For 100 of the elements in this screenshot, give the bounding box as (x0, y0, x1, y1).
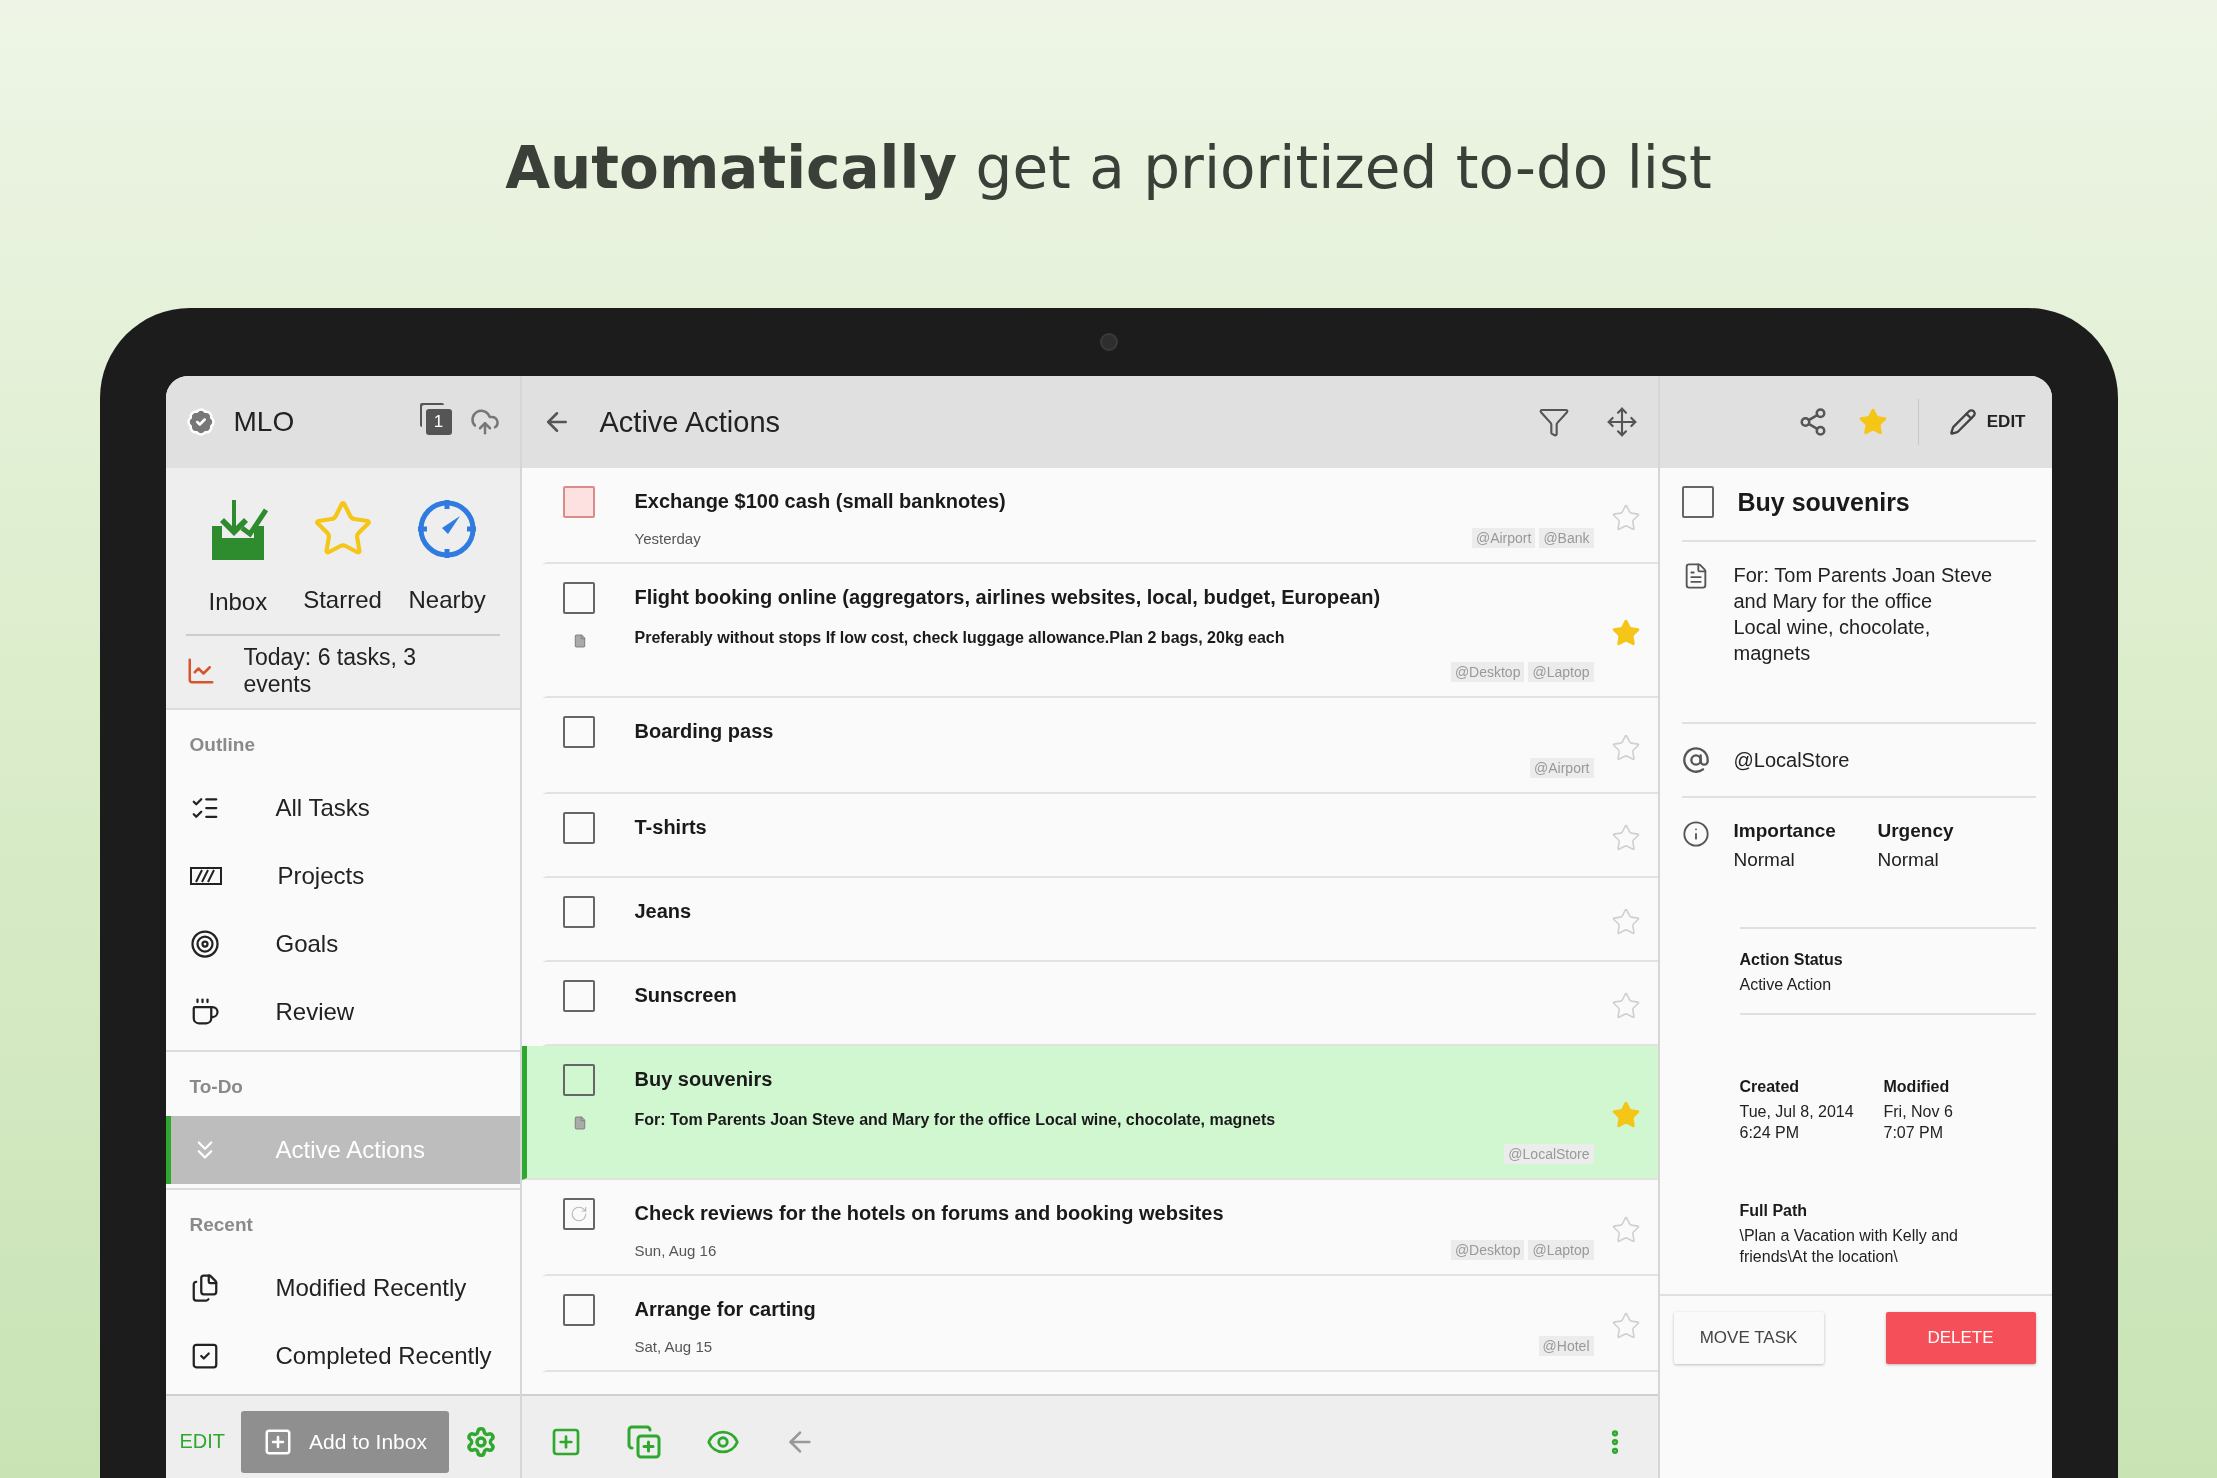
repeat-icon (569, 1205, 588, 1223)
checkbox[interactable] (562, 980, 595, 1012)
settings-icon[interactable] (465, 1425, 497, 1458)
field-value: Fri, Nov 6 7:07 PM (1883, 1102, 1954, 1144)
field-label: Full Path (1739, 1202, 1809, 1221)
star-icon[interactable] (1610, 733, 1641, 763)
field-value: Tue, Jul 8, 2014 6:24 PM (1739, 1102, 1855, 1144)
pencil-icon (1948, 408, 1977, 436)
task-row[interactable]: T-shirts (541, 794, 1658, 878)
task-title: Boarding pass (634, 719, 775, 744)
task-row[interactable]: Buy souvenirs For: Tom Parents Joan Steve and Mary for the office Local wine, chocolate, magnets @LocalStore (521, 1046, 1658, 1180)
projects-icon (189, 866, 222, 886)
quick-button[interactable]: Inbox (185, 498, 291, 616)
field-label: Modified (1883, 1078, 1951, 1097)
context-label: @LocalStore (1733, 748, 1851, 773)
app-name: MLO (233, 406, 296, 438)
context-tag: @Airport (1471, 528, 1536, 548)
context-tag: @Laptop (1528, 1240, 1594, 1260)
task-row[interactable]: Exchange $100 cash (small banknotes) Yesterday @Airport @Bank (541, 468, 1658, 564)
field-value: Normal (1877, 848, 1940, 872)
cloud-upload-icon[interactable] (469, 407, 500, 437)
field-value: Normal (1733, 848, 1796, 872)
star-icon[interactable] (1610, 823, 1641, 853)
star-icon[interactable] (1610, 618, 1641, 648)
task-row[interactable]: Arrange for carting Sat, Aug 15 @Hotel (541, 1276, 1658, 1372)
context-tag: @Hotel (1538, 1336, 1594, 1356)
add-subtask-icon[interactable] (625, 1423, 662, 1460)
move-task-button[interactable]: MOVE TASK (1673, 1311, 1824, 1364)
context-tag: @Desktop (1450, 662, 1525, 682)
task-row[interactable]: Check reviews for the hotels on forums and booking websites Sun, Aug 16 @Desktop @Laptop (541, 1180, 1658, 1276)
task-title: Flight booking online (aggregators, airlines websites, local, budget, European) (634, 585, 1382, 610)
nav-item[interactable]: Completed Recently (165, 1322, 520, 1390)
note-icon (572, 1116, 587, 1130)
field-value: \Plan a Vacation with Kelly and friends\At the location\ (1739, 1226, 1959, 1267)
task-row[interactable]: Boarding pass @Airport (541, 698, 1658, 794)
edit-button[interactable]: EDIT (1948, 408, 2026, 436)
checkbox[interactable] (562, 716, 595, 748)
detail-title: Buy souvenirs (1737, 487, 1910, 517)
compass-icon (416, 498, 479, 560)
task-date: Sat, Aug 15 (634, 1337, 714, 1355)
star-icon[interactable] (1610, 1100, 1641, 1130)
context-tag: @Laptop (1528, 662, 1594, 682)
field-label: Created (1739, 1078, 1801, 1097)
task-title: Check reviews for the hotels on forums and booking websites (634, 1201, 1225, 1226)
field-label: Importance (1733, 820, 1837, 842)
section-heading: To-Do (188, 1075, 244, 1099)
star-icon[interactable] (1857, 407, 1888, 437)
task-row[interactable]: Jeans (541, 878, 1658, 962)
quick-button[interactable]: Nearby (394, 498, 500, 616)
context-tag: @Airport (1530, 758, 1594, 778)
checkbox[interactable] (562, 582, 595, 614)
nav-item[interactable]: All Tasks (165, 774, 520, 842)
detail-note: For: Tom Parents Joan Steve and Mary for the office Local wine, chocolate, magnets (1733, 563, 1994, 666)
logo-icon (185, 407, 216, 437)
star-icon[interactable] (1610, 907, 1641, 937)
task-note: Preferably without stops If low cost, check luggage allowance.Plan 2 bags, 20kg each (634, 628, 1286, 648)
checkbox[interactable] (562, 1294, 595, 1326)
star-icon[interactable] (1610, 503, 1641, 533)
nav-item[interactable]: Review (165, 978, 520, 1046)
info-icon (1681, 820, 1710, 848)
quick-button[interactable]: Starred (290, 498, 395, 616)
note-icon (572, 634, 587, 648)
camera-icon (1099, 333, 1118, 351)
task-title: Buy souvenirs (634, 1067, 774, 1092)
nav-item[interactable]: Projects (165, 842, 520, 910)
checkbox[interactable] (562, 1198, 595, 1230)
task-title: Sunscreen (634, 983, 738, 1008)
nav-item[interactable]: Goals (165, 910, 520, 978)
headline: Automatically get a prioritized to-do list (505, 133, 1712, 204)
task-date: Sun, Aug 16 (634, 1241, 718, 1259)
task-date: Yesterday (634, 529, 702, 547)
checkbox[interactable] (562, 812, 595, 844)
list-title: Active Actions (599, 405, 782, 439)
move-icon[interactable] (1605, 406, 1638, 438)
star-icon[interactable] (1610, 991, 1641, 1021)
context-tag: @Desktop (1450, 1240, 1525, 1260)
field-label: Action Status (1739, 950, 1844, 969)
nav-item[interactable]: Modified Recently (165, 1254, 520, 1322)
task-title: T-shirts (634, 815, 708, 840)
field-value: Active Action (1739, 974, 1833, 995)
checkbox[interactable] (1681, 486, 1714, 518)
today-summary: Today: 6 tasks, 3 events (243, 644, 418, 698)
at-icon (1681, 746, 1710, 774)
task-title: Jeans (634, 899, 693, 924)
task-row[interactable]: Flight booking online (aggregators, airlines websites, local, budget, European) Preferably without stops If low cost, check luggage allowance.Plan 2 bags, 20kg each @Desktop @Laptop (541, 564, 1658, 698)
section-heading: Outline (188, 733, 256, 757)
task-title: Exchange $100 cash (small banknotes) (634, 489, 1007, 514)
star-icon[interactable] (1610, 1215, 1641, 1245)
filter-icon[interactable] (1537, 406, 1570, 438)
task-title: Arrange for carting (634, 1297, 817, 1322)
target-icon (189, 929, 220, 959)
context-tag: @LocalStore (1504, 1144, 1594, 1164)
checkbox[interactable] (562, 896, 595, 928)
star-icon[interactable] (1610, 1311, 1641, 1341)
context-tag: @Bank (1539, 528, 1594, 548)
section-heading: Recent (188, 1213, 254, 1237)
checkbox[interactable] (562, 1064, 595, 1096)
task-note: For: Tom Parents Joan Steve and Mary for the office Local wine, chocolate, magnets (634, 1110, 1277, 1130)
checkbox[interactable] (562, 486, 595, 518)
field-label: Urgency (1877, 820, 1955, 842)
